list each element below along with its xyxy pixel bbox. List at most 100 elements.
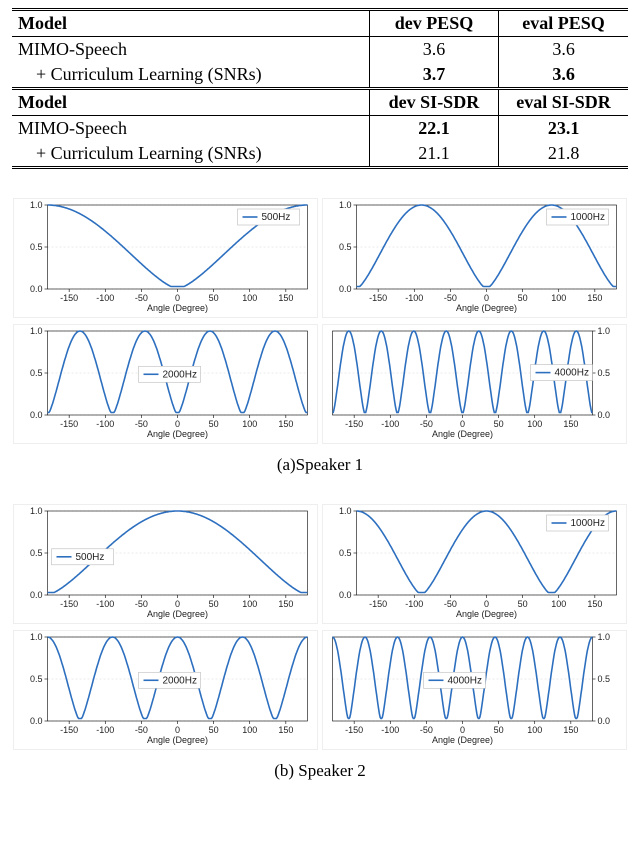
svg-text:0.5: 0.5 [339,242,352,252]
svg-text:0.5: 0.5 [30,548,43,558]
caption-speaker2: (b) Speaker 2 [12,761,628,781]
svg-text:150: 150 [278,725,293,735]
svg-text:-50: -50 [135,599,148,609]
col-devsisdr: dev SI-SDR [369,89,498,116]
caption-speaker1: (a)Speaker 1 [12,455,628,475]
svg-text:0: 0 [175,599,180,609]
svg-text:50: 50 [494,725,504,735]
svg-text:0.5: 0.5 [339,548,352,558]
svg-text:50: 50 [209,293,219,303]
svg-text:0.5: 0.5 [598,368,611,378]
svg-text:Angle (Degree): Angle (Degree) [432,429,493,439]
cell-value: 21.8 [499,141,628,168]
svg-text:-100: -100 [96,419,114,429]
svg-text:-150: -150 [345,725,363,735]
svg-text:0: 0 [460,725,465,735]
col-model: Model [12,10,369,37]
svg-text:150: 150 [587,293,602,303]
svg-text:150: 150 [278,419,293,429]
svg-text:-50: -50 [420,419,433,429]
svg-text:1.0: 1.0 [30,632,43,642]
svg-text:1000Hz: 1000Hz [571,212,605,223]
svg-text:Angle (Degree): Angle (Degree) [147,429,208,439]
cell-value: 22.1 [369,116,498,142]
svg-text:1.0: 1.0 [30,200,43,210]
svg-text:150: 150 [278,599,293,609]
cell-model: + Curriculum Learning (SNRs) [12,62,369,89]
cell-value: 3.6 [499,37,628,63]
svg-text:0: 0 [484,599,489,609]
svg-text:150: 150 [587,599,602,609]
cell-model: + Curriculum Learning (SNRs) [12,141,369,168]
svg-text:0: 0 [175,419,180,429]
svg-text:150: 150 [563,725,578,735]
svg-text:-150: -150 [345,419,363,429]
svg-text:1.0: 1.0 [30,326,43,336]
svg-text:Angle (Degree): Angle (Degree) [432,735,493,745]
svg-text:-50: -50 [420,725,433,735]
svg-text:0.0: 0.0 [30,284,43,294]
svg-text:0: 0 [484,293,489,303]
svg-text:50: 50 [518,599,528,609]
svg-text:0: 0 [175,725,180,735]
svg-text:-100: -100 [381,419,399,429]
svg-text:500Hz: 500Hz [262,212,291,223]
panel-s1-1000: -150-100-50050100150Angle (Degree)0.00.5… [323,199,626,317]
cell-value: 3.6 [499,62,628,89]
svg-text:150: 150 [563,419,578,429]
svg-text:-150: -150 [60,599,78,609]
svg-text:0.0: 0.0 [598,410,611,420]
svg-text:50: 50 [209,725,219,735]
svg-text:50: 50 [209,599,219,609]
svg-text:1.0: 1.0 [339,200,352,210]
col-evalsisdr: eval SI-SDR [499,89,628,116]
svg-text:Angle (Degree): Angle (Degree) [147,303,208,313]
cell-value: 23.1 [499,116,628,142]
svg-text:Angle (Degree): Angle (Degree) [456,303,517,313]
cell-model: MIMO-Speech [12,37,369,63]
cell-value: 3.7 [369,62,498,89]
svg-text:100: 100 [242,599,257,609]
svg-text:-100: -100 [381,725,399,735]
svg-text:1.0: 1.0 [30,506,43,516]
svg-text:0.5: 0.5 [30,242,43,252]
svg-text:1.0: 1.0 [598,632,611,642]
svg-text:-50: -50 [444,599,457,609]
svg-text:1.0: 1.0 [339,506,352,516]
speaker1-grid: -150 -100 -50 0 50 100 150 Angle (Degree) 0.0 0.5… [12,197,628,445]
svg-text:-150: -150 [60,725,78,735]
svg-text:-50: -50 [135,293,148,303]
svg-text:100: 100 [242,725,257,735]
svg-text:-100: -100 [96,599,114,609]
panel-s1-4000: -150-100-50050100150Angle (Degree)0.00.5… [323,325,626,443]
svg-text:-50: -50 [135,725,148,735]
svg-text:100: 100 [242,293,257,303]
svg-text:50: 50 [209,419,219,429]
svg-text:1000Hz: 1000Hz [571,518,605,529]
svg-text:0: 0 [460,419,465,429]
svg-text:-150: -150 [369,293,387,303]
svg-text:-100: -100 [96,293,114,303]
svg-text:Angle (Degree): Angle (Degree) [147,609,208,619]
svg-text:Angle (Degree): Angle (Degree) [147,735,208,745]
cell-value: 3.6 [369,37,498,63]
svg-text:0.5: 0.5 [30,368,43,378]
cell-model: MIMO-Speech [12,116,369,142]
svg-text:0.0: 0.0 [339,590,352,600]
svg-text:2000Hz: 2000Hz [163,369,197,380]
svg-text:150: 150 [278,293,293,303]
svg-text:100: 100 [527,419,542,429]
svg-text:0.5: 0.5 [30,674,43,684]
col-devpesq: dev PESQ [369,10,498,37]
svg-text:500Hz: 500Hz [76,552,105,563]
panel-s2-1000: -150-100-50050100150Angle (Degree)0.00.5… [323,505,626,623]
col-model: Model [12,89,369,116]
panel-s2-4000: -150-100-50050100150Angle (Degree)0.00.5… [323,631,626,749]
svg-text:100: 100 [551,599,566,609]
svg-text:-100: -100 [405,293,423,303]
svg-text:-100: -100 [96,725,114,735]
svg-text:100: 100 [527,725,542,735]
svg-text:1.0: 1.0 [598,326,611,336]
col-evalpesq: eval PESQ [499,10,628,37]
svg-text:4000Hz: 4000Hz [555,368,589,379]
